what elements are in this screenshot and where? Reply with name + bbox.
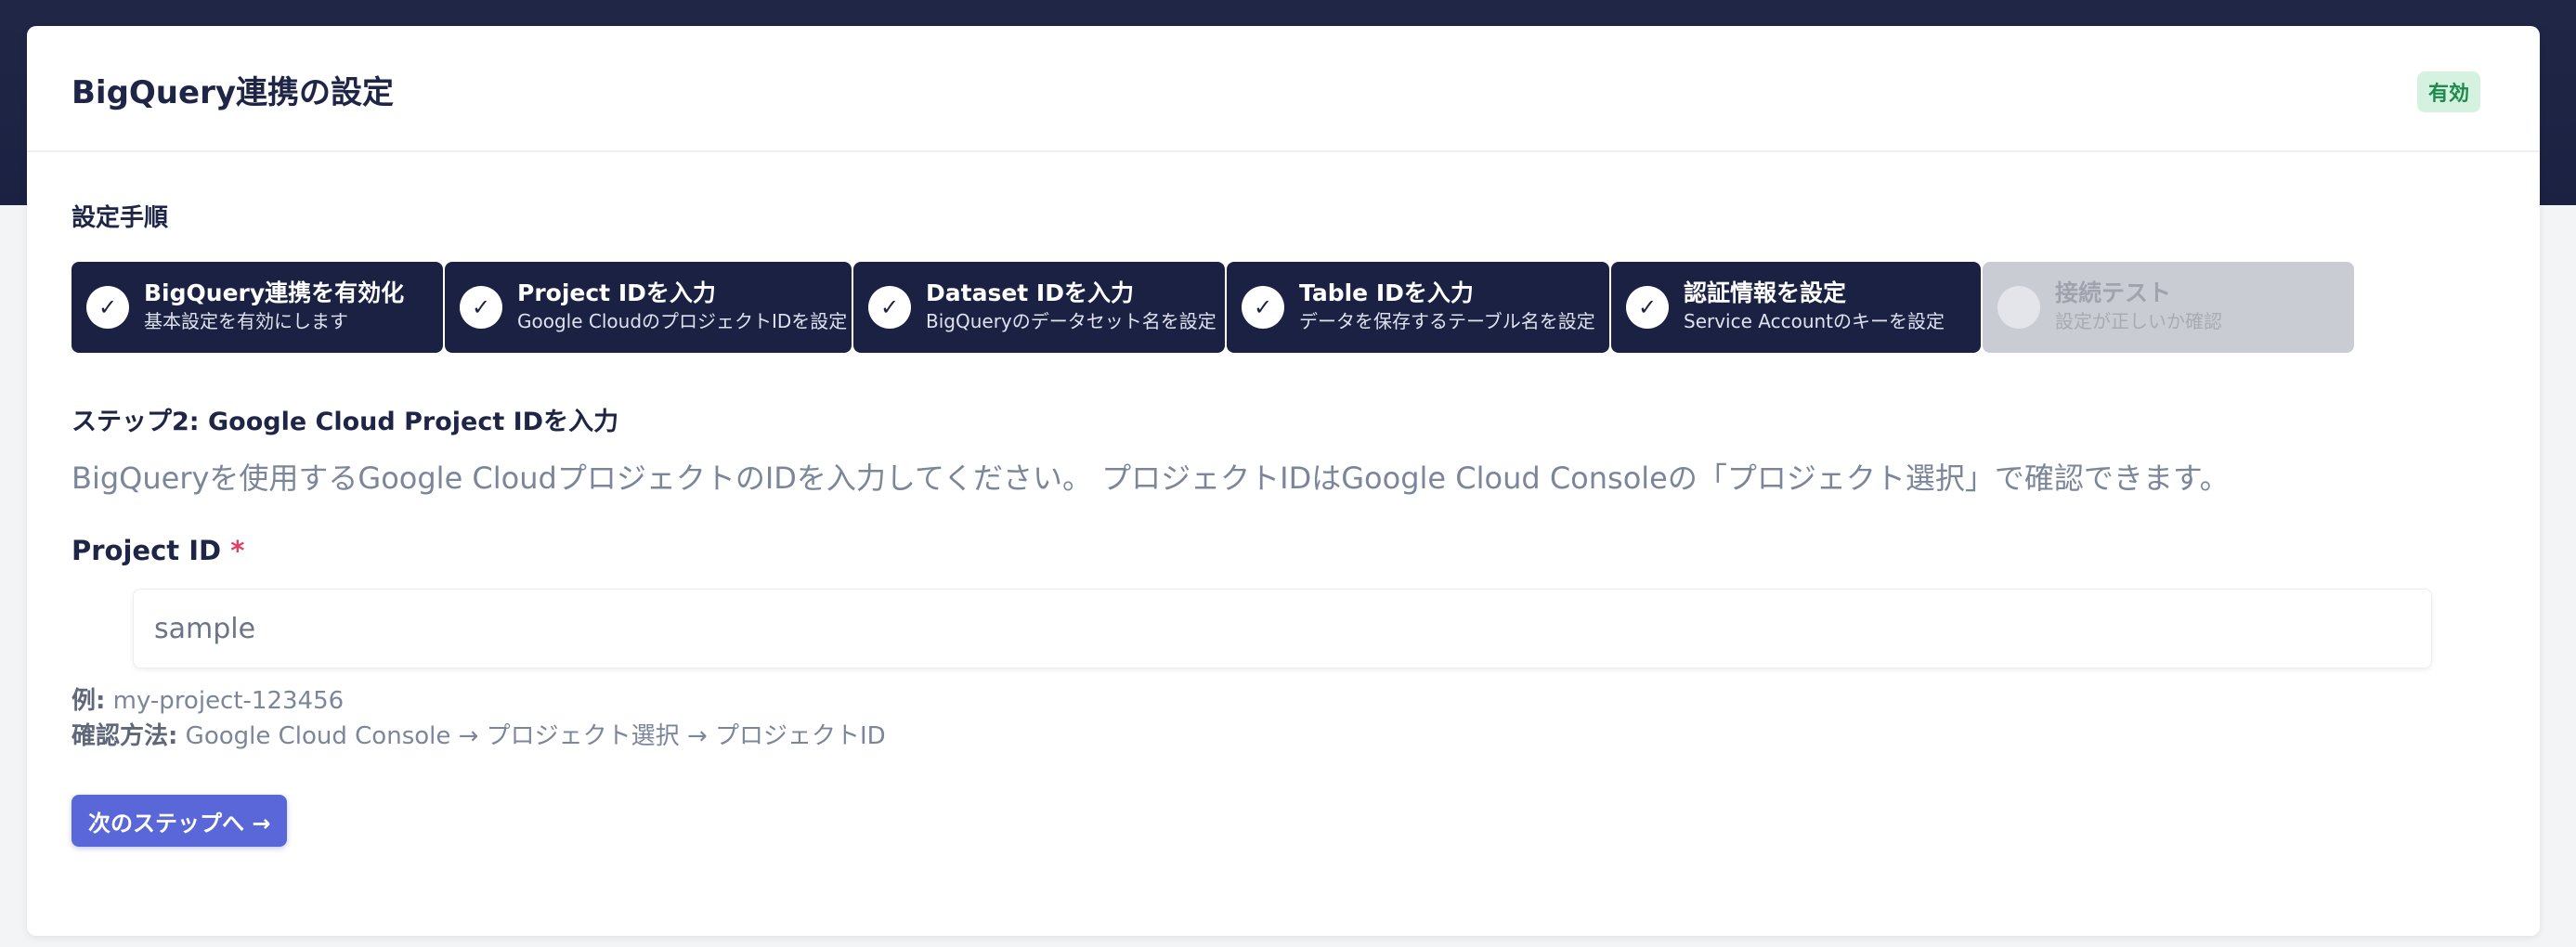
step-title: BigQuery連携を有効化 — [144, 279, 405, 306]
status-badge: 有効 — [2416, 71, 2480, 112]
example-value: my-project-123456 — [112, 687, 345, 715]
step-subtitle: 設定が正しいか確認 — [2055, 310, 2222, 332]
check-icon: ✓ — [868, 286, 911, 329]
step-subtitle: 基本設定を有効にします — [144, 310, 348, 332]
check-icon: ✓ — [460, 286, 502, 329]
setup-steps-label: 設定手順 — [72, 204, 169, 232]
step-title: Project IDを入力 — [517, 279, 716, 306]
project-id-input[interactable] — [133, 589, 2432, 668]
stepper: ✓ BigQuery連携を有効化 基本設定を有効にします ✓ Project I… — [72, 262, 2356, 353]
step-subtitle: BigQueryのデータセット名を設定 — [926, 310, 1216, 332]
project-id-label: Project ID * — [72, 535, 244, 566]
step-credentials[interactable]: ✓ 認証情報を設定 Service Accountのキーを設定 — [1611, 262, 1981, 353]
check-icon: ✓ — [1242, 286, 1284, 329]
step-subtitle: Service Accountのキーを設定 — [1684, 310, 1945, 332]
page-title: BigQuery連携の設定 — [72, 74, 395, 111]
required-mark: * — [230, 535, 245, 566]
project-id-label-text: Project ID — [72, 535, 222, 566]
howto-hint: 確認方法: Google Cloud Console → プロジェクト選択 → … — [72, 717, 886, 751]
howto-label: 確認方法: — [72, 722, 178, 750]
settings-card: BigQuery連携の設定 有効 設定手順 ✓ BigQuery連携を有効化 基… — [27, 26, 2540, 936]
step-heading: ステップ2: Google Cloud Project IDを入力 — [72, 408, 619, 436]
step-subtitle: Google CloudのプロジェクトIDを設定 — [517, 310, 848, 332]
step-title: 接続テスト — [2055, 279, 2172, 306]
check-icon: ✓ — [1626, 286, 1669, 329]
step-subtitle: データを保存するテーブル名を設定 — [1299, 310, 1595, 332]
step-number-icon: 6 — [1997, 286, 2040, 329]
card-header: BigQuery連携の設定 有効 — [27, 26, 2540, 152]
step-project-id[interactable]: ✓ Project IDを入力 Google CloudのプロジェクトIDを設定 — [445, 262, 852, 353]
step-title: 認証情報を設定 — [1684, 279, 1847, 306]
step-title: Table IDを入力 — [1299, 279, 1474, 306]
step-description: BigQueryを使用するGoogle CloudプロジェクトのIDを入力してく… — [72, 461, 2230, 496]
example-label: 例: — [72, 687, 106, 715]
step-title: Dataset IDを入力 — [926, 279, 1134, 306]
howto-value: Google Cloud Console → プロジェクト選択 → プロジェクト… — [185, 722, 886, 750]
step-connection-test[interactable]: 6 接続テスト 設定が正しいか確認 — [1983, 262, 2354, 353]
example-hint: 例: my-project-123456 — [72, 681, 344, 716]
step-dataset-id[interactable]: ✓ Dataset IDを入力 BigQueryのデータセット名を設定 — [853, 262, 1225, 353]
next-step-button[interactable]: 次のステップへ → — [72, 795, 288, 847]
step-enable-bigquery[interactable]: ✓ BigQuery連携を有効化 基本設定を有効にします — [72, 262, 443, 353]
step-table-id[interactable]: ✓ Table IDを入力 データを保存するテーブル名を設定 — [1227, 262, 1609, 353]
check-icon: ✓ — [86, 286, 129, 329]
